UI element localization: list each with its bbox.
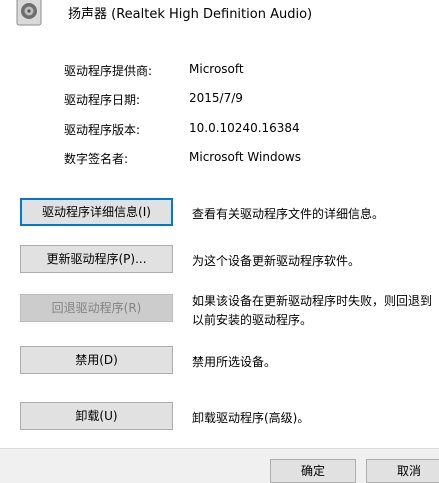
signer-value: Microsoft Windows	[189, 150, 301, 164]
ok-button[interactable]: 确定	[270, 459, 356, 483]
rollback-driver-button[interactable]: 回退驱动程序(R)	[20, 294, 173, 322]
version-label: 驱动程序版本:	[64, 123, 141, 137]
date-label: 驱动程序日期:	[64, 93, 141, 107]
cancel-button[interactable]: 取消	[366, 459, 439, 483]
signer-label: 数字签名者:	[64, 152, 129, 166]
driver-details-button[interactable]: 驱动程序详细信息(I)	[20, 198, 173, 226]
update-driver-button[interactable]: 更新驱动程序(P)...	[20, 245, 173, 273]
update-driver-description: 为这个设备更新驱动程序软件。	[192, 254, 361, 268]
speaker-icon	[14, 0, 48, 26]
provider-label: 驱动程序提供商:	[64, 64, 153, 78]
disable-device-description: 禁用所选设备。	[192, 355, 277, 369]
uninstall-driver-description: 卸载驱动程序(高级)。	[192, 411, 310, 425]
version-value: 10.0.10240.16384	[189, 121, 300, 135]
device-name: 扬声器 (Realtek High Definition Audio)	[68, 7, 313, 22]
uninstall-driver-button[interactable]: 卸载(U)	[20, 402, 173, 430]
date-value: 2015/7/9	[189, 91, 243, 105]
driver-tab-panel: 扬声器 (Realtek High Definition Audio) 驱动程序…	[0, 0, 439, 449]
provider-value: Microsoft	[189, 62, 244, 76]
rollback-driver-description: 如果该设备在更新驱动程序时失败，则回退到以前安装的驱动程序。	[192, 294, 433, 327]
disable-device-button[interactable]: 禁用(D)	[20, 346, 173, 374]
driver-details-description: 查看有关驱动程序文件的详细信息。	[192, 207, 385, 221]
